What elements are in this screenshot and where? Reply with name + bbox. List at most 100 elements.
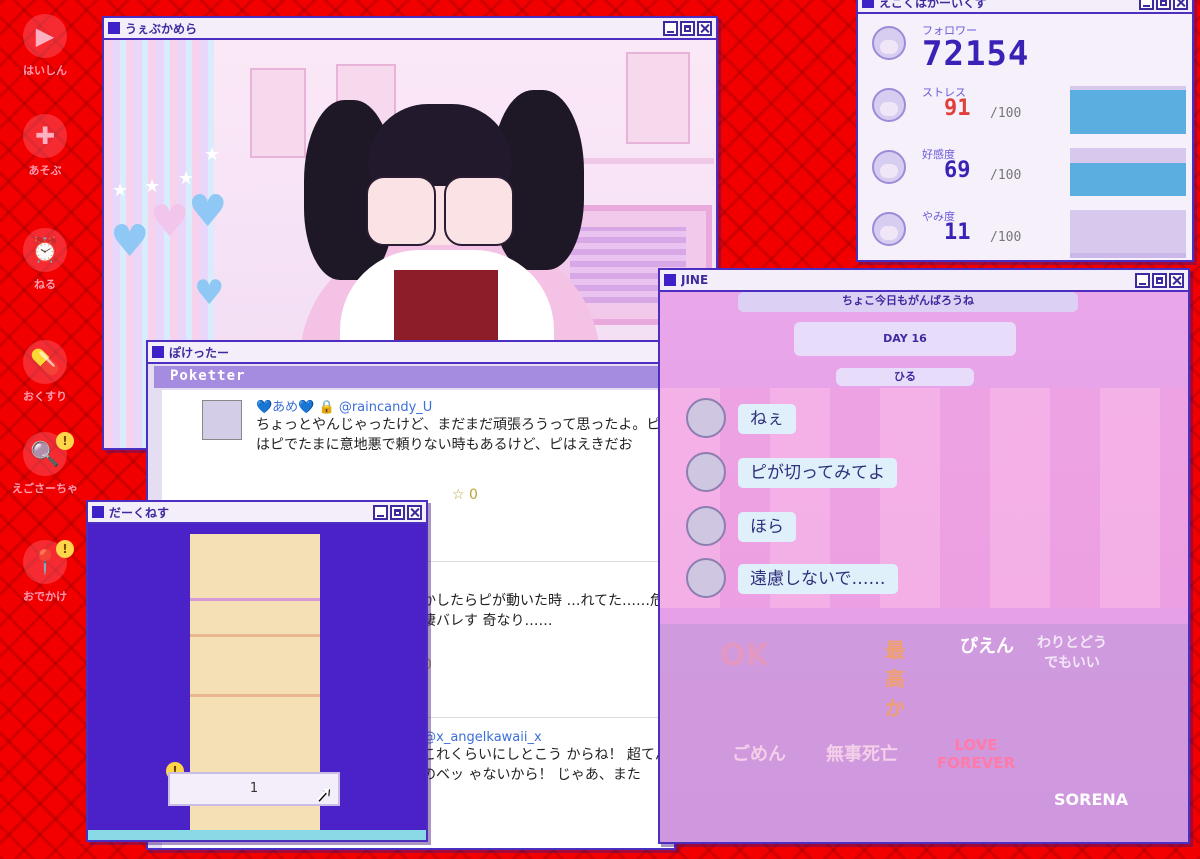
sticker-saikou[interactable]: 最高か bbox=[880, 634, 910, 721]
stat-row-darkness: やみ度 11/100 bbox=[868, 206, 1186, 268]
minimize-button[interactable] bbox=[1139, 0, 1154, 10]
sticker-warito[interactable]: わりとどうでもいい bbox=[1032, 632, 1112, 672]
character-hand-right bbox=[444, 176, 514, 246]
follower-value: 72154 bbox=[922, 34, 1030, 74]
stat-value: 11 bbox=[944, 220, 971, 245]
stat-bar bbox=[1070, 210, 1186, 258]
stat-bar-fill bbox=[1070, 162, 1186, 196]
webcam-titlebar[interactable]: うぇぶかめら bbox=[104, 18, 716, 40]
stat-bar bbox=[1070, 86, 1186, 134]
tweet-text: ちょっとやんじゃったけど、まだまだ頑張ろうって思ったよ。ピはピでたまに意地悪で頼… bbox=[256, 417, 661, 453]
alert-icon: ! bbox=[56, 540, 74, 558]
avatar bbox=[686, 452, 726, 492]
minimize-button[interactable] bbox=[1135, 272, 1150, 288]
star-icon: ★ bbox=[204, 144, 221, 165]
jine-window[interactable]: JINE ちょこ今日もがんばろうね DAY 16 ひる ねぇ ピが切ってみてよ … bbox=[658, 268, 1190, 844]
message-bubble: ピが切ってみてよ bbox=[738, 458, 898, 488]
window-title: だーくねす bbox=[109, 505, 170, 520]
minimize-button[interactable] bbox=[663, 20, 678, 36]
poketter-titlebar[interactable]: ぽけったー bbox=[148, 342, 674, 364]
avatar bbox=[202, 400, 242, 440]
avatar bbox=[872, 150, 906, 184]
character-hand-left bbox=[366, 176, 436, 246]
jine-titlebar[interactable]: JINE bbox=[660, 270, 1188, 292]
heart-cushion-icon: ♥ bbox=[110, 216, 150, 267]
sticker-gomen[interactable]: ごめん bbox=[732, 740, 786, 766]
close-button[interactable] bbox=[1173, 0, 1188, 10]
window-icon bbox=[664, 274, 676, 286]
window-title: JINE bbox=[681, 273, 709, 287]
maximize-button[interactable] bbox=[1156, 0, 1171, 10]
desktop-icon-label: おでかけ bbox=[23, 590, 67, 603]
stat-bar-fill bbox=[1070, 90, 1186, 134]
close-button[interactable] bbox=[697, 20, 712, 36]
window-icon bbox=[152, 346, 164, 358]
window-icon bbox=[92, 506, 104, 518]
desktop-icon-stream[interactable]: ▶ はいしん bbox=[6, 14, 84, 78]
maximize-button[interactable] bbox=[390, 504, 405, 520]
desktop-icon-play[interactable]: ✚ あそぶ bbox=[6, 114, 84, 178]
stat-bar bbox=[1070, 148, 1186, 196]
status-bar bbox=[88, 830, 426, 840]
sticker-buji-shibou[interactable]: 無事死亡 bbox=[826, 740, 898, 766]
maximize-button[interactable] bbox=[1152, 272, 1167, 288]
avatar bbox=[686, 506, 726, 546]
message-bubble: ほら bbox=[738, 512, 796, 542]
maximize-button[interactable] bbox=[680, 20, 695, 36]
day-label: DAY 16 bbox=[794, 322, 1016, 356]
stat-row-stress: ストレス 91/100 bbox=[868, 82, 1186, 144]
window-icon bbox=[108, 22, 120, 34]
alert-icon: ! bbox=[56, 432, 74, 450]
jine-chat[interactable]: ちょこ今日もがんばろうね DAY 16 ひる ねぇ ピが切ってみてよ ほら 遠慮… bbox=[660, 292, 1188, 842]
game-icon: ✚ bbox=[23, 114, 67, 158]
avatar bbox=[872, 88, 906, 122]
desktop-icon-label: はいしん bbox=[23, 64, 67, 77]
star-icon: ★ bbox=[178, 168, 195, 189]
desktop-icon-goout[interactable]: 📍! おでかけ bbox=[6, 540, 84, 604]
darknet-window[interactable]: だーくねす ! 1 ➚ bbox=[86, 500, 428, 842]
heart-cushion-icon: ♥ bbox=[150, 196, 190, 247]
stat-row-affection: 好感度 69/100 bbox=[868, 144, 1186, 206]
divider bbox=[190, 598, 320, 601]
poketter-header: Poketter bbox=[154, 366, 668, 388]
stat-max: /100 bbox=[990, 230, 1022, 245]
like-button[interactable]: ☆ 0 bbox=[452, 487, 674, 503]
divider bbox=[190, 634, 320, 637]
stat-max: /100 bbox=[990, 168, 1022, 183]
previous-message: ちょこ今日もがんばろうね bbox=[738, 292, 1078, 312]
window-title: うぇぶかめら bbox=[125, 21, 198, 36]
sticker-sorena[interactable]: SORENA bbox=[1054, 790, 1128, 809]
stats-window[interactable]: えごくはかーいくず フォロワー 72154 ストレス 91/100 好感度 69/10… bbox=[856, 0, 1194, 262]
message-bubble: 遠慮しないで…… bbox=[738, 564, 898, 594]
message-bubble: ねぇ bbox=[738, 404, 796, 434]
window-icon bbox=[862, 0, 874, 8]
heart-cushion-icon: ♥ bbox=[188, 186, 228, 237]
poster bbox=[250, 68, 306, 158]
sticker-love-forever[interactable]: LOVE FOREVER bbox=[936, 736, 1016, 772]
window-title: えごくはかーいくず bbox=[879, 0, 988, 10]
minimize-button[interactable] bbox=[373, 504, 388, 520]
sticker-panel[interactable]: OK 最高か ぴえん わりとどうでもいい ごめん 無事死亡 LOVE FOREV… bbox=[660, 624, 1188, 842]
window-title: ぽけったー bbox=[169, 345, 230, 360]
time-label: ひる bbox=[836, 368, 974, 386]
close-button[interactable] bbox=[407, 504, 422, 520]
desktop-icon-sleep[interactable]: ⏰ ねる bbox=[6, 228, 84, 292]
desktop-icon-label: えごさーちゃ bbox=[12, 482, 78, 495]
star-icon: ★ bbox=[144, 176, 161, 197]
avatar bbox=[872, 26, 906, 60]
desktop-icon-medicine[interactable]: 💊 おくすり bbox=[6, 340, 84, 404]
desktop-icon-egosearch[interactable]: 🔍! えごさーちゃ bbox=[6, 432, 84, 496]
video-icon: ▶ bbox=[23, 14, 67, 58]
stats-panel: フォロワー 72154 ストレス 91/100 好感度 69/100 やみ度 11/10… bbox=[858, 14, 1192, 260]
pill-icon: 💊 bbox=[23, 340, 67, 384]
sticker-pien[interactable]: ぴえん bbox=[960, 632, 1014, 658]
character-bangs bbox=[368, 104, 512, 186]
stats-titlebar[interactable]: えごくはかーいくず bbox=[858, 0, 1192, 14]
like-button[interactable]: ☆ 0 bbox=[406, 657, 674, 673]
stat-max: /100 bbox=[990, 106, 1022, 121]
darknet-titlebar[interactable]: だーくねす bbox=[88, 502, 426, 524]
close-button[interactable] bbox=[1169, 272, 1184, 288]
divider bbox=[190, 694, 320, 697]
sticker-ok[interactable]: OK bbox=[720, 638, 769, 673]
follower-row: フォロワー 72154 bbox=[868, 20, 1182, 82]
